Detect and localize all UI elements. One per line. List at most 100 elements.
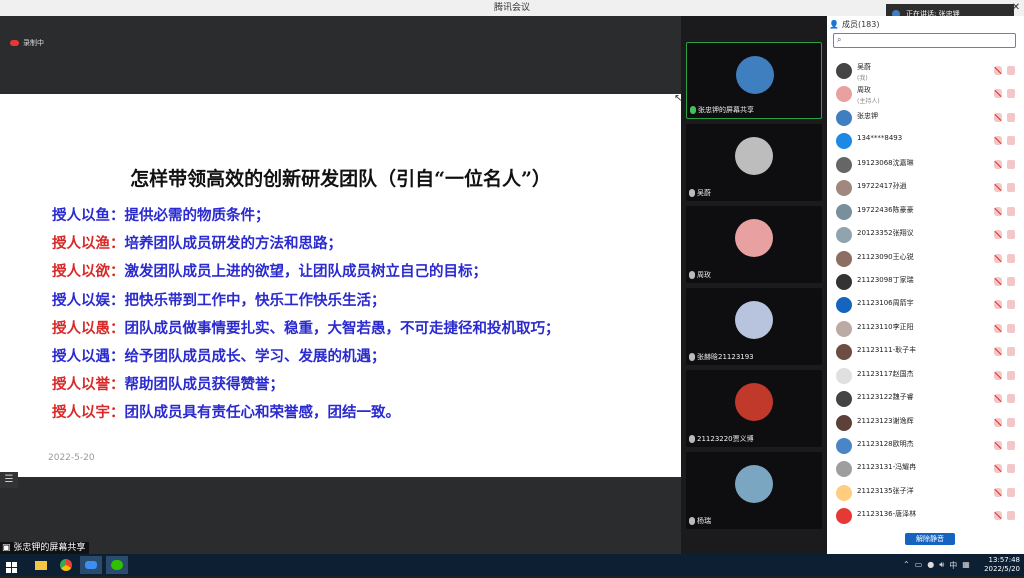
- video-tile[interactable]: 21123220贾义博: [686, 370, 822, 447]
- list-item[interactable]: 21123098丁家瑞: [827, 271, 1024, 294]
- video-tiles-column: 张忠钾的屏幕共享吴蔚周玫张赫晗21123193 21123220贾义博 杨瑞: [681, 16, 827, 554]
- slide-bullet-line: 授人以娱：把快乐带到工作中，快乐工作快乐生活；: [52, 287, 560, 315]
- mic-muted-icon[interactable]: [994, 300, 1002, 310]
- windows-start-icon[interactable]: [6, 559, 18, 573]
- mic-muted-icon[interactable]: [994, 136, 1002, 146]
- list-item[interactable]: 21123106周箭宇: [827, 294, 1024, 317]
- member-search-input[interactable]: ⌕: [833, 33, 1016, 48]
- member-name: 19123068沈嘉琳: [857, 158, 914, 167]
- list-menu-icon[interactable]: ☰: [0, 472, 18, 488]
- list-item[interactable]: 19722436陈豪豪: [827, 201, 1024, 224]
- avatar: [836, 63, 852, 79]
- camera-off-icon[interactable]: [1007, 370, 1015, 380]
- avatar: [836, 109, 852, 126]
- list-item[interactable]: 张忠钾: [827, 107, 1024, 130]
- tencent-meeting-icon[interactable]: [80, 556, 102, 574]
- camera-off-icon[interactable]: [1007, 66, 1015, 75]
- mic-muted-icon[interactable]: [994, 159, 1002, 169]
- list-item[interactable]: 21123128欧明杰: [827, 435, 1024, 458]
- taskbar-clock[interactable]: 13:57:48 2022/5/20: [984, 556, 1020, 574]
- member-name: 21123117赵国杰: [857, 369, 914, 378]
- network-icon[interactable]: ▭: [915, 560, 923, 571]
- mic-muted-icon[interactable]: [994, 370, 1002, 380]
- list-item[interactable]: 21123136-唐泽林: [827, 505, 1024, 528]
- mic-muted-icon[interactable]: [994, 276, 1002, 286]
- camera-off-icon[interactable]: [1007, 159, 1015, 169]
- mic-muted-icon[interactable]: [994, 417, 1002, 427]
- avatar: [836, 344, 852, 361]
- unmute-all-button[interactable]: 解除静音: [905, 533, 955, 545]
- list-item[interactable]: 19722417孙逍: [827, 177, 1024, 200]
- list-item[interactable]: 21123110李正阳: [827, 318, 1024, 341]
- camera-off-icon[interactable]: [1007, 253, 1015, 263]
- camera-off-icon[interactable]: [1007, 300, 1015, 310]
- video-tile[interactable]: 张赫晗21123193: [686, 288, 822, 365]
- mic-muted-icon[interactable]: [994, 206, 1002, 216]
- chrome-icon[interactable]: [55, 556, 77, 574]
- member-name: 20123352张翔议: [857, 229, 914, 238]
- close-icon[interactable]: ✕: [1004, 0, 1024, 16]
- camera-off-icon[interactable]: [1007, 183, 1015, 193]
- camera-off-icon[interactable]: [1007, 417, 1015, 427]
- video-tile[interactable]: 杨瑞: [686, 452, 822, 529]
- wechat-icon[interactable]: [106, 556, 128, 574]
- window-title: 腾讯会议: [493, 3, 530, 13]
- mic-muted-icon[interactable]: [994, 183, 1002, 193]
- camera-off-icon[interactable]: [1007, 441, 1015, 450]
- file-explorer-icon[interactable]: [30, 556, 52, 574]
- keyboard-icon[interactable]: ▦: [962, 560, 970, 571]
- volume-icon[interactable]: 🔊︎: [939, 560, 944, 571]
- mic-muted-icon[interactable]: [994, 441, 1002, 450]
- mic-muted-icon[interactable]: [994, 323, 1002, 333]
- slide-bullet-line: 授人以欲：激发团队成员上进的欲望，让团队成员树立自己的目标；: [52, 258, 560, 286]
- camera-off-icon[interactable]: [1007, 276, 1015, 286]
- list-item[interactable]: 吴蔚 (我): [827, 60, 1024, 83]
- video-tile-name: 吴蔚: [697, 189, 711, 197]
- list-item[interactable]: 21123090王心锐: [827, 248, 1024, 271]
- list-item[interactable]: 21123135张子洋: [827, 482, 1024, 505]
- video-tile[interactable]: 吴蔚: [686, 124, 822, 201]
- list-item[interactable]: 21123131-冯耀冉: [827, 458, 1024, 481]
- video-tile[interactable]: 张忠钾的屏幕共享: [686, 42, 822, 119]
- mic-muted-icon[interactable]: [994, 230, 1002, 240]
- list-item[interactable]: 134****8493: [827, 130, 1024, 153]
- mic-muted-icon[interactable]: [994, 464, 1002, 474]
- member-name: 21123135张子洋: [857, 486, 914, 495]
- list-item[interactable]: 21123111-耿子丰: [827, 341, 1024, 364]
- avatar: [836, 461, 852, 478]
- camera-off-icon[interactable]: [1007, 464, 1015, 474]
- video-tile-label: 张赫晗21123193: [689, 352, 754, 362]
- camera-off-icon[interactable]: [1007, 511, 1015, 521]
- camera-off-icon[interactable]: [1007, 487, 1015, 497]
- camera-off-icon[interactable]: [1007, 136, 1015, 146]
- list-item[interactable]: 周玫 (主持人): [827, 83, 1024, 106]
- ime-indicator[interactable]: 中: [949, 560, 957, 571]
- mic-muted-icon[interactable]: [994, 511, 1002, 521]
- list-item[interactable]: 20123352张翔议: [827, 224, 1024, 247]
- mic-muted-icon[interactable]: [994, 112, 1002, 122]
- mic-muted-icon[interactable]: [994, 487, 1002, 497]
- list-item[interactable]: 21123117赵国杰: [827, 365, 1024, 388]
- camera-off-icon[interactable]: [1007, 323, 1015, 333]
- camera-off-icon[interactable]: [1007, 347, 1015, 357]
- camera-off-icon[interactable]: [1007, 89, 1015, 99]
- avatar: [836, 273, 852, 290]
- camera-off-icon[interactable]: [1007, 394, 1015, 404]
- camera-off-icon[interactable]: [1007, 206, 1015, 216]
- chevron-up-icon[interactable]: ⌃: [903, 560, 910, 571]
- mic-icon[interactable]: ●: [927, 560, 934, 571]
- list-item[interactable]: 21123123谢逸辉: [827, 412, 1024, 435]
- slide-bullet-line: 授人以鱼：提供必需的物质条件；: [52, 202, 560, 230]
- avatar: [736, 56, 774, 94]
- camera-off-icon[interactable]: [1007, 230, 1015, 240]
- list-item[interactable]: 21123122魏子睿: [827, 388, 1024, 411]
- mic-muted-icon[interactable]: [994, 66, 1002, 75]
- slide-bullet-key: 授人以鱼：: [52, 208, 125, 224]
- video-tile[interactable]: 周玫: [686, 206, 822, 283]
- mic-muted-icon[interactable]: [994, 253, 1002, 263]
- mic-muted-icon[interactable]: [994, 347, 1002, 357]
- camera-off-icon[interactable]: [1007, 112, 1015, 122]
- list-item[interactable]: 19123068沈嘉琳: [827, 154, 1024, 177]
- mic-muted-icon[interactable]: [994, 394, 1002, 404]
- mic-muted-icon[interactable]: [994, 89, 1002, 99]
